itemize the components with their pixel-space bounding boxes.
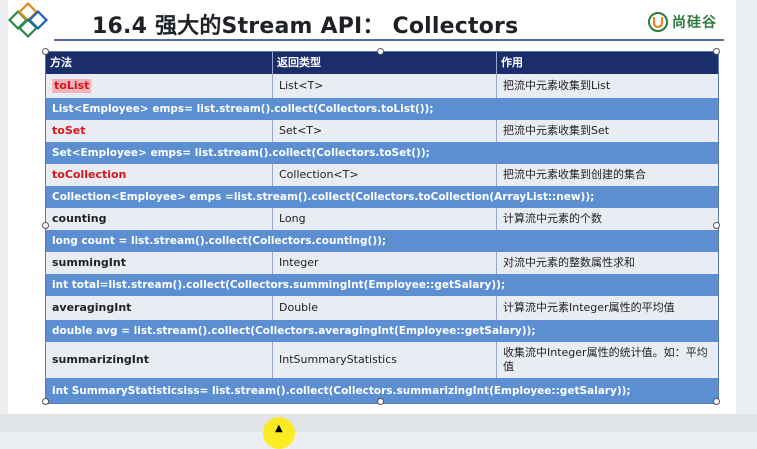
slide-title: 16.4 强大的Stream API： Collectors xyxy=(92,14,519,39)
return-type-cell: IntSummaryStatistics xyxy=(272,342,496,378)
purpose-cell: 把流中元素收集到List xyxy=(496,74,718,98)
table-row: counting Long 计算流中元素的个数 xyxy=(46,208,718,230)
table-row: toCollection Collection<T> 把流中元素收集到创建的集合 xyxy=(46,164,718,186)
table-row: toList List<T> 把流中元素收集到List xyxy=(46,74,718,98)
editor-bottom-strip xyxy=(0,414,757,432)
cursor-arrow-icon: ▲ xyxy=(275,423,283,434)
purpose-cell: 对流中元素的整数属性求和 xyxy=(496,252,718,274)
return-type-cell: Long xyxy=(272,208,496,230)
table-row: averagingInt Double 计算流中元素Integer属性的平均值 xyxy=(46,296,718,320)
brand-name: 尚硅谷 xyxy=(672,15,717,31)
table-row: toSet Set<T> 把流中元素收集到Set xyxy=(46,120,718,142)
mouse-cursor-highlight: ▲ xyxy=(263,417,295,449)
code-example-row: long count = list.stream().collect(Colle… xyxy=(46,230,718,252)
return-type-cell: List<T> xyxy=(272,74,496,98)
resize-handle-bottom-middle[interactable] xyxy=(377,398,384,405)
resize-handle-top-left[interactable] xyxy=(42,48,49,55)
resize-handle-top-right[interactable] xyxy=(713,48,720,55)
header-return-type: 返回类型 xyxy=(272,52,496,74)
code-example-row: Set<Employee> emps= list.stream().collec… xyxy=(46,142,718,164)
purpose-cell: 计算流中元素Integer属性的平均值 xyxy=(496,296,718,320)
resize-handle-middle-left[interactable] xyxy=(42,222,49,229)
method-cell: summingInt xyxy=(52,256,126,270)
purpose-cell: 把流中元素收集到Set xyxy=(496,120,718,142)
method-cell: counting xyxy=(52,212,107,226)
header-purpose: 作用 xyxy=(496,52,718,74)
code-example-row: int total=list.stream().collect(Collecto… xyxy=(46,274,718,296)
method-name-tolist: toList xyxy=(52,79,92,93)
return-type-cell: Double xyxy=(272,296,496,320)
return-type-cell: Set<T> xyxy=(272,120,496,142)
brand-u-icon xyxy=(648,12,668,32)
resize-handle-top-middle[interactable] xyxy=(377,48,384,55)
code-example-row: Collection<Employee> emps =list.stream()… xyxy=(46,186,718,208)
method-cell: toSet xyxy=(52,124,86,138)
purpose-cell: 收集流中Integer属性的统计值。如：平均值 xyxy=(496,342,718,378)
return-type-cell: Collection<T> xyxy=(272,164,496,186)
slide-canvas: 16.4 强大的Stream API： Collectors 尚硅谷 方法 返回… xyxy=(8,0,736,414)
return-type-cell: Integer xyxy=(272,252,496,274)
method-cell: toList xyxy=(46,74,272,98)
code-example-row: double avg = list.stream().collect(Colle… xyxy=(46,320,718,342)
collectors-table[interactable]: 方法 返回类型 作用 toList List<T> 把流中元素收集到List L… xyxy=(45,51,719,404)
table-header: 方法 返回类型 作用 xyxy=(46,52,718,74)
brand-logo: 尚硅谷 xyxy=(648,12,717,32)
table-row: summingInt Integer 对流中元素的整数属性求和 xyxy=(46,252,718,274)
purpose-cell: 把流中元素收集到创建的集合 xyxy=(496,164,718,186)
purpose-cell: 计算流中元素的个数 xyxy=(496,208,718,230)
title-divider xyxy=(54,39,724,41)
method-cell: toCollection xyxy=(52,168,127,182)
header-method: 方法 xyxy=(50,56,72,69)
resize-handle-bottom-left[interactable] xyxy=(42,398,49,405)
method-cell: summarizingInt xyxy=(52,353,149,367)
table-row: summarizingInt IntSummaryStatistics 收集流中… xyxy=(46,342,718,378)
resize-handle-middle-right[interactable] xyxy=(713,222,720,229)
code-example-row: List<Employee> emps= list.stream().colle… xyxy=(46,98,718,120)
resize-handle-bottom-right[interactable] xyxy=(713,398,720,405)
method-cell: averagingInt xyxy=(52,301,132,315)
diamond-logo-icon xyxy=(8,2,49,39)
